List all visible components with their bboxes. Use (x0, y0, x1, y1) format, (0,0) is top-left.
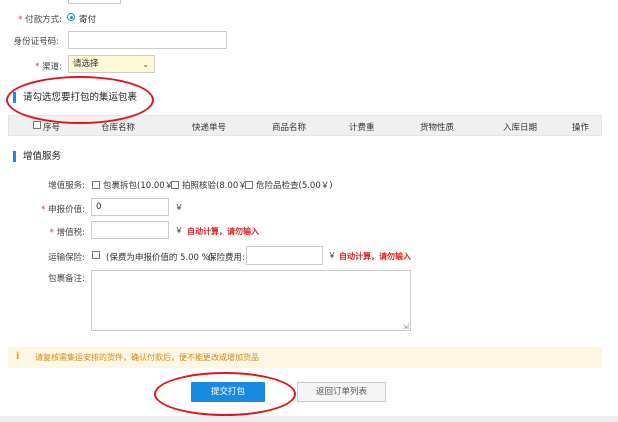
insurance-fee-input[interactable] (246, 246, 323, 265)
chevron-down-icon: ⌄ (142, 60, 149, 69)
payment-label: * 付款方式: (18, 15, 62, 25)
vat-label: * 增值税: (49, 228, 85, 238)
insurance-fee-label: 保险费用: (208, 253, 245, 263)
vat-input[interactable] (91, 221, 169, 239)
service-photo[interactable]: 拍照核验(8.00￥) (171, 179, 250, 191)
payment-option-label: 寄付 (79, 15, 97, 25)
warning-icon: i (16, 351, 20, 362)
insurance-desc: (保费为申报价值的 5.00 %) (106, 253, 214, 263)
remark-textarea[interactable]: ⇲ (91, 270, 411, 331)
service-danger-check[interactable]: 危险品检查(5.00￥) (245, 179, 333, 191)
vat-hint: 自动计算，请勿输入 (187, 227, 259, 236)
notice-text: 请复核需集运安排的货件，确认付款后，便不能更改或增加货品 (35, 353, 259, 362)
services-label: 增值服务: (48, 181, 85, 191)
declared-value-label: * 申报价值: (41, 205, 85, 215)
declared-value-input[interactable]: 0 (91, 198, 169, 216)
parcels-table-header: 序号 仓库名称 快递单号 商品名称 计费重 货物性质 入库日期 操作 (8, 115, 602, 136)
remark-label: 包裹备注: (48, 274, 85, 284)
notice-bar: i 请复核需集运安排的货件，确认付款后，便不能更改或增加货品 (8, 347, 602, 368)
insurance-unit: ￥ (328, 251, 336, 260)
th-action: 操作 (572, 123, 590, 133)
bottom-strip (0, 416, 618, 422)
service-unpack[interactable]: 包裹拆包(10.00￥) (92, 179, 176, 191)
insurance-hint: 自动计算，请勿输入 (339, 252, 411, 261)
th-date: 入库日期 (503, 123, 538, 133)
th-index: 序号 (43, 123, 61, 133)
parcels-section-title: 请勾选您要打包的集运包裹 (13, 92, 137, 103)
th-nature: 货物性质 (420, 123, 455, 133)
th-weight: 计费重 (349, 123, 375, 133)
resize-handle-icon[interactable]: ⇲ (402, 318, 409, 335)
th-warehouse: 仓库名称 (101, 123, 136, 133)
th-product: 商品名称 (272, 123, 307, 133)
top-input-partial[interactable] (68, 0, 121, 4)
channel-label: * 渠道: (35, 62, 62, 72)
declared-value-unit: ￥ (175, 203, 183, 212)
insurance-label: 运输保险: (48, 253, 85, 263)
submit-pack-button[interactable]: 提交打包 (191, 382, 265, 402)
id-number-input[interactable] (68, 31, 227, 49)
payment-radio[interactable] (67, 13, 75, 21)
vat-unit: ￥ (175, 226, 183, 235)
back-to-orders-button[interactable]: 返回订单列表 (297, 382, 386, 402)
th-tracking: 快递单号 (192, 123, 227, 133)
channel-selected-text: 请选择 (73, 59, 99, 69)
channel-select[interactable]: 请选择 ⌄ (68, 55, 155, 73)
value-added-section-title: 增值服务 (13, 151, 61, 162)
id-number-label: 身份证号码: (13, 37, 59, 47)
insurance-checkbox[interactable] (92, 251, 103, 261)
